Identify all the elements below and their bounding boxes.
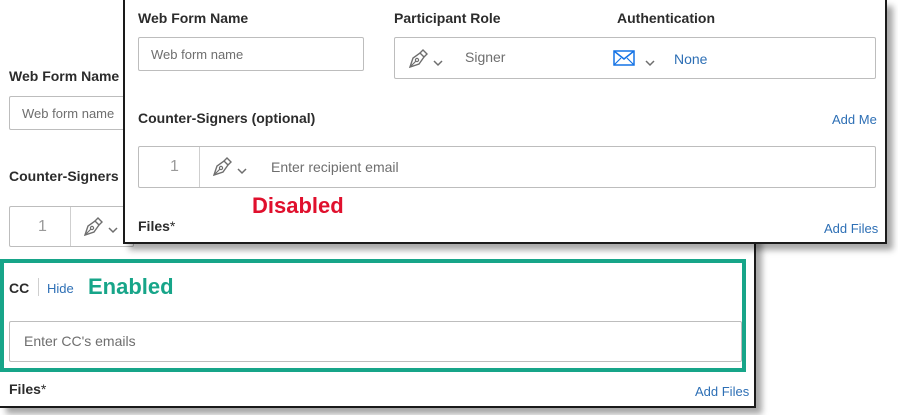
- recipient-index: 1: [38, 218, 47, 235]
- participant-row: Signer None: [394, 37, 876, 79]
- recipient-email-input[interactable]: Enter recipient email: [271, 159, 399, 175]
- pen-nib-icon[interactable]: [211, 157, 233, 177]
- files-label-text: Files: [138, 218, 170, 234]
- counter-signer-row: 1 Enter recipient email: [138, 146, 876, 188]
- add-files-link[interactable]: Add Files: [824, 221, 878, 236]
- counter-signer-row: 1: [9, 206, 134, 247]
- files-label: Files*: [138, 218, 175, 234]
- web-form-name-placeholder: Web form name: [22, 106, 115, 121]
- required-mark: *: [40, 381, 47, 397]
- row-divider: [199, 147, 200, 187]
- authentication-value[interactable]: None: [674, 51, 707, 67]
- chevron-down-icon[interactable]: [108, 221, 118, 239]
- cc-section-highlight: CC Hide Enabled Enter CC's emails: [0, 259, 746, 372]
- cc-email-input[interactable]: Enter CC's emails: [9, 321, 742, 362]
- files-label-text: Files: [9, 381, 41, 397]
- required-mark: *: [169, 218, 176, 234]
- cc-hide-link[interactable]: Hide: [47, 281, 74, 296]
- web-form-name-placeholder: Web form name: [151, 47, 244, 62]
- chevron-down-icon[interactable]: [645, 54, 655, 72]
- add-files-link[interactable]: Add Files: [695, 384, 749, 399]
- cc-email-placeholder: Enter CC's emails: [24, 333, 136, 349]
- web-form-name-label: Web Form Name: [9, 68, 120, 84]
- add-me-link[interactable]: Add Me: [832, 112, 877, 127]
- disabled-status-label: Disabled: [252, 193, 344, 218]
- counter-signers-label: Counter-Signers (optional): [138, 110, 316, 126]
- web-form-name-input[interactable]: Web form name: [9, 96, 139, 130]
- cc-label: CC: [9, 280, 30, 296]
- pen-nib-icon[interactable]: [82, 217, 104, 237]
- enabled-status-label: Enabled: [88, 274, 174, 299]
- participant-role-label: Participant Role: [394, 10, 501, 26]
- web-form-name-label: Web Form Name: [138, 10, 249, 26]
- web-form-settings-panel-disabled-cc: Web Form Name Participant Role Authentic…: [123, 0, 887, 244]
- participant-role-value: Signer: [465, 49, 506, 65]
- pen-nib-icon[interactable]: [407, 49, 429, 69]
- counter-signers-label: Counter-Signers (: [9, 168, 128, 184]
- authentication-label: Authentication: [617, 10, 715, 26]
- web-form-name-input[interactable]: Web form name: [138, 37, 364, 71]
- chevron-down-icon[interactable]: [237, 162, 247, 180]
- cc-divider: [38, 278, 39, 296]
- chevron-down-icon[interactable]: [433, 54, 443, 72]
- row-divider: [70, 207, 71, 246]
- recipient-index: 1: [170, 158, 179, 175]
- envelope-icon[interactable]: [613, 50, 635, 71]
- files-label: Files*: [9, 381, 46, 397]
